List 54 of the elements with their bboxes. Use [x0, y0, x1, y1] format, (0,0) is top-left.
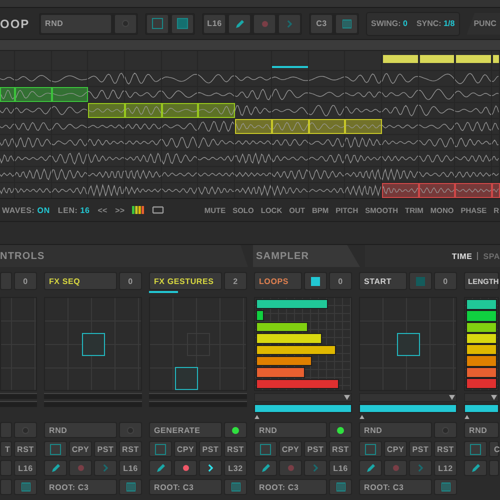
action-button[interactable]: RST: [329, 441, 352, 457]
action-button[interactable]: PST: [409, 441, 432, 457]
nav-button[interactable]: <<: [98, 206, 108, 214]
action-button[interactable]: RST: [434, 441, 457, 457]
action-button[interactable]: CPY: [279, 441, 302, 457]
action-button[interactable]: L16: [14, 460, 37, 476]
action-button[interactable]: L16: [329, 460, 352, 476]
mode-button[interactable]: RND: [44, 422, 117, 438]
module-title[interactable]: FX GESTURES: [149, 272, 222, 290]
nav-button[interactable]: >>: [115, 206, 124, 214]
option-toggle[interactable]: WAVES: ON: [2, 206, 50, 214]
count-button[interactable]: 0: [434, 272, 457, 290]
section-tab[interactable]: SAMPLER: [253, 245, 360, 267]
action-button[interactable]: PST: [94, 441, 117, 457]
module-title[interactable]: FX SEQ: [44, 272, 117, 290]
punch-button[interactable]: PUNC: [466, 12, 500, 34]
timing-button[interactable]: SWING: 0: [371, 19, 408, 28]
app-logo: OOP: [0, 16, 31, 30]
section-title: SAMPLER: [256, 250, 310, 262]
count-button[interactable]: 0: [329, 272, 352, 290]
action-button[interactable]: CPY: [384, 441, 407, 457]
timing-button[interactable]: SYNC: 1/8: [416, 19, 455, 28]
count-button[interactable]: 2: [224, 272, 247, 290]
action-button[interactable]: RST: [224, 441, 247, 457]
action-button[interactable]: RST: [14, 441, 37, 457]
mode-button[interactable]: RND: [359, 422, 432, 438]
action-button[interactable]: RST: [119, 441, 142, 457]
action-button[interactable]: L32: [224, 460, 247, 476]
panel-button[interactable]: C: [489, 441, 499, 457]
action-button[interactable]: CPY: [174, 441, 197, 457]
action-button[interactable]: CPY: [69, 441, 92, 457]
mode-button[interactable]: RND: [464, 422, 499, 438]
count-button[interactable]: 0: [14, 272, 37, 290]
mode-button[interactable]: ROOT: C3: [44, 479, 117, 495]
count-button[interactable]: 0: [119, 272, 142, 290]
mode-button[interactable]: RND: [40, 14, 112, 34]
mode-button[interactable]: ROOT: C3: [359, 479, 432, 495]
view-tab[interactable]: SPA: [483, 252, 500, 260]
action-button[interactable]: L16: [203, 14, 226, 34]
view-tab[interactable]: TIME: [452, 252, 472, 260]
action-button[interactable]: PST: [304, 441, 327, 457]
option-toggle[interactable]: LEN: 16: [58, 206, 90, 214]
mode-button[interactable]: ROOT: C3: [149, 479, 222, 495]
mode-button[interactable]: ROOT: C3: [254, 479, 327, 495]
action-button[interactable]: PST: [199, 441, 222, 457]
section-title: NTROLS: [0, 250, 45, 262]
mode-button[interactable]: GENERATE: [149, 422, 222, 438]
module-title[interactable]: START: [359, 272, 407, 290]
action-button[interactable]: C3: [310, 14, 333, 34]
action-button[interactable]: L16: [119, 460, 142, 476]
panel-button[interactable]: T: [0, 441, 12, 457]
mode-button[interactable]: RND: [254, 422, 327, 438]
action-button[interactable]: L12: [434, 460, 457, 476]
module-title[interactable]: LOOPS: [254, 272, 302, 290]
